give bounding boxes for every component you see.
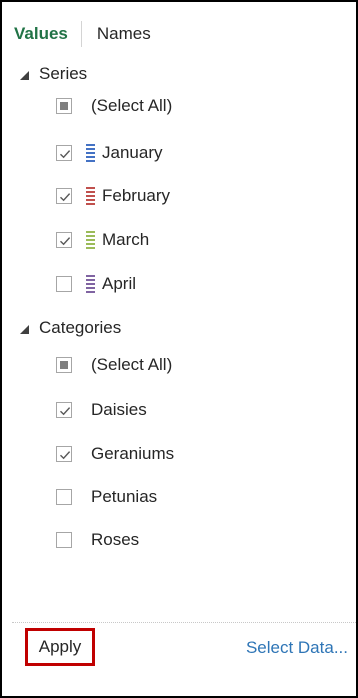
checkbox-unchecked-icon[interactable] (56, 276, 72, 292)
series-color-swatch-icon (86, 275, 95, 293)
categories-select-all-label: (Select All) (91, 355, 173, 374)
tab-values[interactable]: Values (14, 22, 68, 46)
series-select-all[interactable]: (Select All) (56, 94, 172, 118)
checkbox-indeterminate-icon[interactable] (56, 98, 72, 114)
filter-tabs: Values Names (14, 21, 151, 47)
collapse-triangle-icon (20, 70, 29, 80)
checkbox-indeterminate-icon[interactable] (56, 357, 72, 373)
series-item-label: April (102, 274, 137, 293)
series-item-february[interactable]: February (56, 184, 170, 208)
series-color-swatch-icon (86, 187, 95, 205)
select-data-link[interactable]: Select Data... (246, 638, 348, 658)
apply-button-label: Apply (38, 637, 82, 656)
series-item-label: March (102, 230, 150, 249)
category-item-daisies[interactable]: Daisies (56, 398, 147, 422)
series-color-swatch-icon (86, 231, 95, 249)
checkbox-checked-icon[interactable] (56, 188, 72, 204)
category-item-label: Geraniums (91, 444, 175, 463)
series-item-label: January (102, 143, 163, 162)
category-item-label: Petunias (91, 487, 158, 506)
series-header-label: Series (39, 64, 88, 83)
categories-select-all[interactable]: (Select All) (56, 353, 172, 377)
checkbox-checked-icon[interactable] (56, 402, 72, 418)
chart-filter-pane: Values Names Series (Select All) January… (0, 0, 358, 698)
checkbox-unchecked-icon[interactable] (56, 532, 72, 548)
checkbox-checked-icon[interactable] (56, 232, 72, 248)
series-section-header[interactable]: Series (20, 62, 87, 86)
series-select-all-label: (Select All) (91, 96, 173, 115)
series-item-april[interactable]: April (56, 272, 136, 296)
series-color-swatch-icon (86, 144, 95, 162)
checkbox-checked-icon[interactable] (56, 446, 72, 462)
category-item-geraniums[interactable]: Geraniums (56, 442, 174, 466)
collapse-triangle-icon (20, 324, 29, 334)
category-item-roses[interactable]: Roses (56, 528, 139, 552)
categories-header-label: Categories (39, 318, 122, 337)
category-item-label: Daisies (91, 400, 147, 419)
checkbox-checked-icon[interactable] (56, 145, 72, 161)
series-item-march[interactable]: March (56, 228, 149, 252)
category-item-label: Roses (91, 530, 140, 549)
series-item-january[interactable]: January (56, 141, 162, 165)
checkbox-unchecked-icon[interactable] (56, 489, 72, 505)
series-item-label: February (102, 186, 171, 205)
tab-divider (80, 21, 82, 47)
tab-names[interactable]: Names (97, 22, 151, 46)
category-item-petunias[interactable]: Petunias (56, 485, 157, 509)
footer-divider (12, 622, 356, 623)
categories-section-header[interactable]: Categories (20, 316, 121, 340)
apply-button[interactable]: Apply (25, 628, 95, 666)
